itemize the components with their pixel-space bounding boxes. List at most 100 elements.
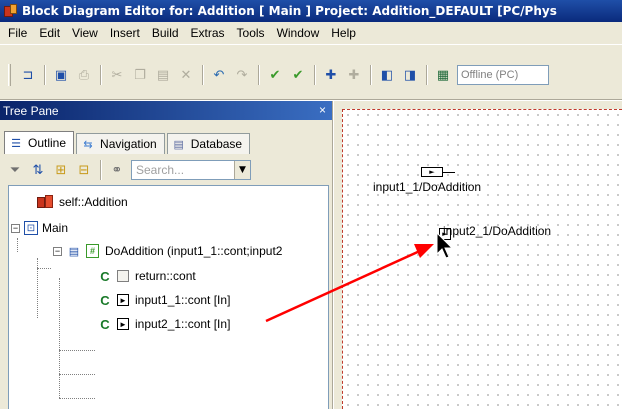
search-field[interactable]: Search... ▼ bbox=[131, 160, 251, 180]
toolbar-separator bbox=[100, 65, 102, 85]
paste-icon[interactable]: ▤ bbox=[152, 64, 174, 86]
tree-connector bbox=[37, 258, 38, 318]
title-bar: Block Diagram Editor for: Addition [ Mai… bbox=[0, 0, 622, 22]
export-icon[interactable]: ◨ bbox=[399, 64, 421, 86]
menu-view[interactable]: View bbox=[66, 23, 104, 43]
process-icon: ▤ bbox=[68, 245, 80, 258]
tree-toolbar: ⏷ ⇅ ⊞ ⊟ ⚭ Search... ▼ bbox=[4, 158, 251, 182]
diagram-area: ► input1_1/DoAddition ► input2_1/DoAddit… bbox=[334, 101, 622, 409]
link-icon[interactable]: ⚭ bbox=[106, 159, 128, 181]
diagram-canvas[interactable]: ► input1_1/DoAddition ► input2_1/DoAddit… bbox=[342, 109, 622, 409]
cut-icon[interactable]: ✂ bbox=[106, 64, 128, 86]
menu-insert[interactable]: Insert bbox=[104, 23, 146, 43]
collapse-all-icon[interactable]: ⊟ bbox=[73, 159, 95, 181]
menu-help[interactable]: Help bbox=[325, 23, 362, 43]
search-input[interactable]: Search... bbox=[132, 163, 234, 177]
close-icon[interactable]: × bbox=[319, 103, 326, 117]
class-icon bbox=[37, 195, 53, 209]
continuous-icon: C bbox=[100, 316, 110, 332]
tab-navigation[interactable]: ⇆ Navigation bbox=[76, 133, 165, 154]
tree-item-label: Main bbox=[42, 221, 69, 235]
checkbox-icon bbox=[117, 270, 129, 282]
tree-item-return[interactable]: C return::cont bbox=[97, 266, 196, 286]
toolbar-separator bbox=[100, 160, 102, 180]
diagram-label-input1[interactable]: input1_1/DoAddition bbox=[373, 180, 481, 194]
select-tool-icon[interactable]: ⊐ bbox=[17, 64, 39, 86]
toolbar-separator bbox=[370, 65, 372, 85]
toolbar-separator bbox=[314, 65, 316, 85]
app-icon bbox=[4, 4, 18, 18]
tree-item-label: self::Addition bbox=[59, 195, 128, 209]
filter-icon[interactable]: ⏷ bbox=[4, 159, 26, 181]
tab-outline-label: Outline bbox=[28, 136, 67, 150]
port-line bbox=[443, 172, 455, 173]
delete-icon[interactable]: ✕ bbox=[175, 64, 197, 86]
tree-item-self[interactable]: self::Addition bbox=[37, 192, 128, 212]
print-icon[interactable]: ⎙ bbox=[73, 64, 95, 86]
menu-tools[interactable]: Tools bbox=[231, 23, 271, 43]
tree-connector bbox=[37, 268, 51, 269]
window-title: Block Diagram Editor for: Addition [ Mai… bbox=[22, 4, 557, 18]
hash-icon: # bbox=[86, 244, 99, 258]
menu-file[interactable]: File bbox=[2, 23, 33, 43]
tree-item-input2[interactable]: C ► input2_1::cont [In] bbox=[97, 314, 230, 334]
menu-build[interactable]: Build bbox=[146, 23, 185, 43]
tree-item-main[interactable]: − ⊡ Main bbox=[11, 218, 68, 238]
tab-database[interactable]: ▤ Database bbox=[166, 133, 251, 154]
menu-extras[interactable]: Extras bbox=[185, 23, 231, 43]
collapse-toggle[interactable]: − bbox=[11, 223, 20, 233]
tree-connector bbox=[59, 398, 95, 399]
tree-connector bbox=[17, 238, 18, 252]
input-message-icon: ► bbox=[117, 318, 129, 330]
check-all-icon[interactable]: ✔ bbox=[287, 64, 309, 86]
continuous-icon: C bbox=[100, 268, 110, 284]
menu-window[interactable]: Window bbox=[271, 23, 326, 43]
tree-item-label: return::cont bbox=[135, 269, 196, 283]
tree-pane-tabs: ☰ Outline ⇆ Navigation ▤ Database bbox=[4, 131, 252, 154]
tree-item-label: input2_1::cont [In] bbox=[135, 317, 231, 331]
expand-all-icon[interactable]: ⊞ bbox=[50, 159, 72, 181]
collapse-toggle[interactable]: − bbox=[53, 246, 62, 256]
toolbar-separator bbox=[258, 65, 260, 85]
outline-tree: self::Addition − ⊡ Main − ▤ # DoAddition… bbox=[8, 185, 329, 409]
tree-connector bbox=[59, 350, 95, 351]
input-port-icon[interactable]: ► bbox=[421, 167, 443, 177]
sort-icon[interactable]: ⇅ bbox=[27, 159, 49, 181]
remove-element-icon[interactable]: ✚ bbox=[343, 64, 365, 86]
import-icon[interactable]: ◧ bbox=[376, 64, 398, 86]
diagram-icon: ⊡ bbox=[24, 221, 38, 235]
menu-edit[interactable]: Edit bbox=[33, 23, 66, 43]
toolbar-separator bbox=[426, 65, 428, 85]
undo-icon[interactable]: ↶ bbox=[208, 64, 230, 86]
navigation-icon: ⇆ bbox=[83, 138, 93, 151]
database-icon: ▤ bbox=[173, 138, 184, 151]
tree-item-input1[interactable]: C ► input1_1::cont [In] bbox=[97, 290, 230, 310]
tree-connector bbox=[59, 374, 95, 375]
tree-item-doaddition-row[interactable]: − ▤ # DoAddition (input1_1::cont;input2 bbox=[53, 241, 282, 261]
tree-item-label: input1_1::cont [In] bbox=[135, 293, 231, 307]
menu-bar: File Edit View Insert Build Extras Tools… bbox=[0, 22, 622, 44]
input-message-icon: ► bbox=[117, 294, 129, 306]
redo-icon[interactable]: ↷ bbox=[231, 64, 253, 86]
target-icon[interactable]: ▦ bbox=[432, 64, 454, 86]
save-icon[interactable]: ▣ bbox=[50, 64, 72, 86]
diagram-label-input2[interactable]: input2_1/DoAddition bbox=[443, 224, 551, 238]
target-select[interactable]: Offline (PC) bbox=[457, 65, 549, 85]
toolbar-grip[interactable] bbox=[8, 64, 11, 86]
check-icon[interactable]: ✔ bbox=[264, 64, 286, 86]
toolbar-row: ⊐ ▣ ⎙ ✂ ❐ ▤ ✕ ↶ ↷ ✔ ✔ ✚ ✚ ◧ ◨ ▦ Offline … bbox=[8, 63, 549, 87]
tree-pane-title: Tree Pane bbox=[3, 103, 59, 118]
outline-icon: ☰ bbox=[11, 137, 21, 150]
tab-outline[interactable]: ☰ Outline bbox=[4, 131, 75, 154]
tab-navigation-label: Navigation bbox=[100, 137, 157, 151]
tree-pane: Tree Pane × ☰ Outline ⇆ Navigation ▤ Dat… bbox=[0, 101, 333, 409]
main-toolbar: ⊐ ▣ ⎙ ✂ ❐ ▤ ✕ ↶ ↷ ✔ ✔ ✚ ✚ ◧ ◨ ▦ Offline … bbox=[0, 44, 622, 100]
chevron-down-icon[interactable]: ▼ bbox=[234, 161, 250, 179]
add-element-icon[interactable]: ✚ bbox=[320, 64, 342, 86]
tree-item-label: DoAddition (input1_1::cont;input2 bbox=[105, 244, 283, 258]
tree-pane-header: Tree Pane × bbox=[0, 101, 332, 120]
continuous-icon: C bbox=[100, 292, 110, 308]
tab-database-label: Database bbox=[190, 137, 243, 151]
copy-icon[interactable]: ❐ bbox=[129, 64, 151, 86]
toolbar-separator bbox=[44, 65, 46, 85]
